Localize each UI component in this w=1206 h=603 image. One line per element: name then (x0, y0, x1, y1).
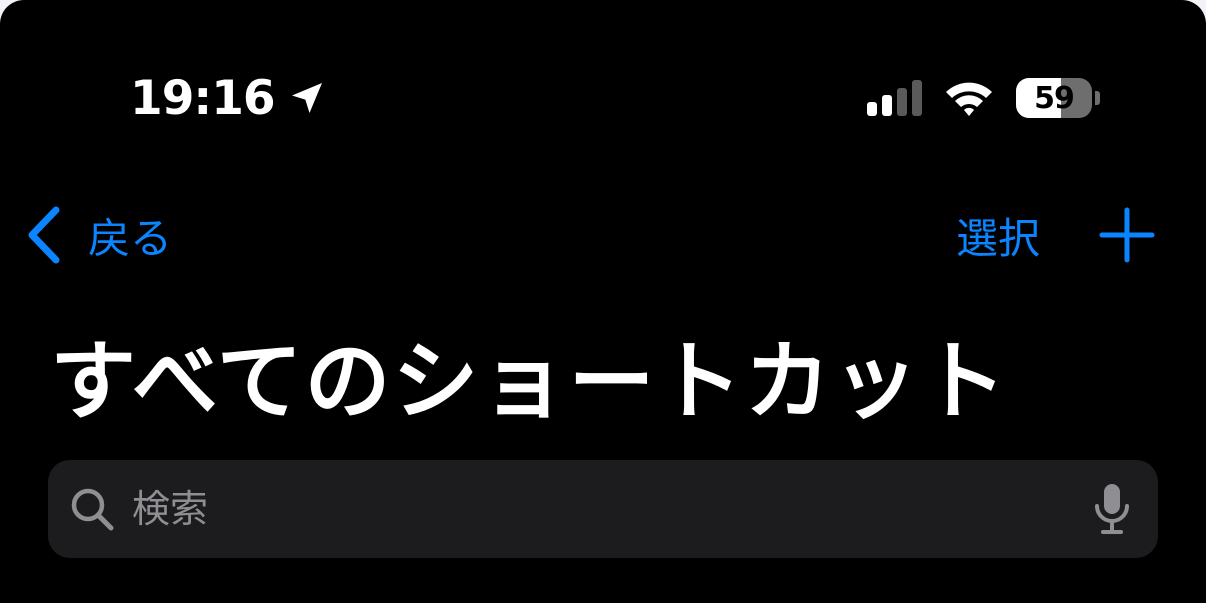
select-button[interactable]: 選択 (956, 204, 1040, 266)
status-time-text: 19:16 (130, 70, 276, 126)
microphone-icon[interactable] (1092, 482, 1132, 536)
back-button-label: 戻る (88, 213, 173, 263)
status-time: 19:16 (130, 70, 327, 126)
battery-body: 59 (1016, 78, 1092, 118)
location-arrow-icon (291, 83, 322, 113)
battery-cap (1095, 91, 1100, 105)
shortcuts-screen: 19:16 59 戻る 選択 すべてのショートカット 検索 (0, 0, 1206, 603)
select-button-label: 選択 (956, 213, 1041, 263)
search-icon (71, 488, 114, 531)
page-title: すべてのショートカット (50, 331, 1009, 432)
wifi-icon (946, 82, 992, 116)
battery-level: 59 (1034, 80, 1075, 116)
status-indicators: 59 (867, 76, 1100, 120)
search-field[interactable] (48, 460, 1158, 558)
chevron-left-icon (28, 206, 60, 264)
battery-icon: 59 (1016, 78, 1100, 118)
back-button[interactable]: 戻る (26, 204, 172, 266)
search-input[interactable] (132, 479, 1092, 539)
plus-icon[interactable] (1098, 206, 1156, 264)
cellular-signal-icon (867, 80, 922, 116)
